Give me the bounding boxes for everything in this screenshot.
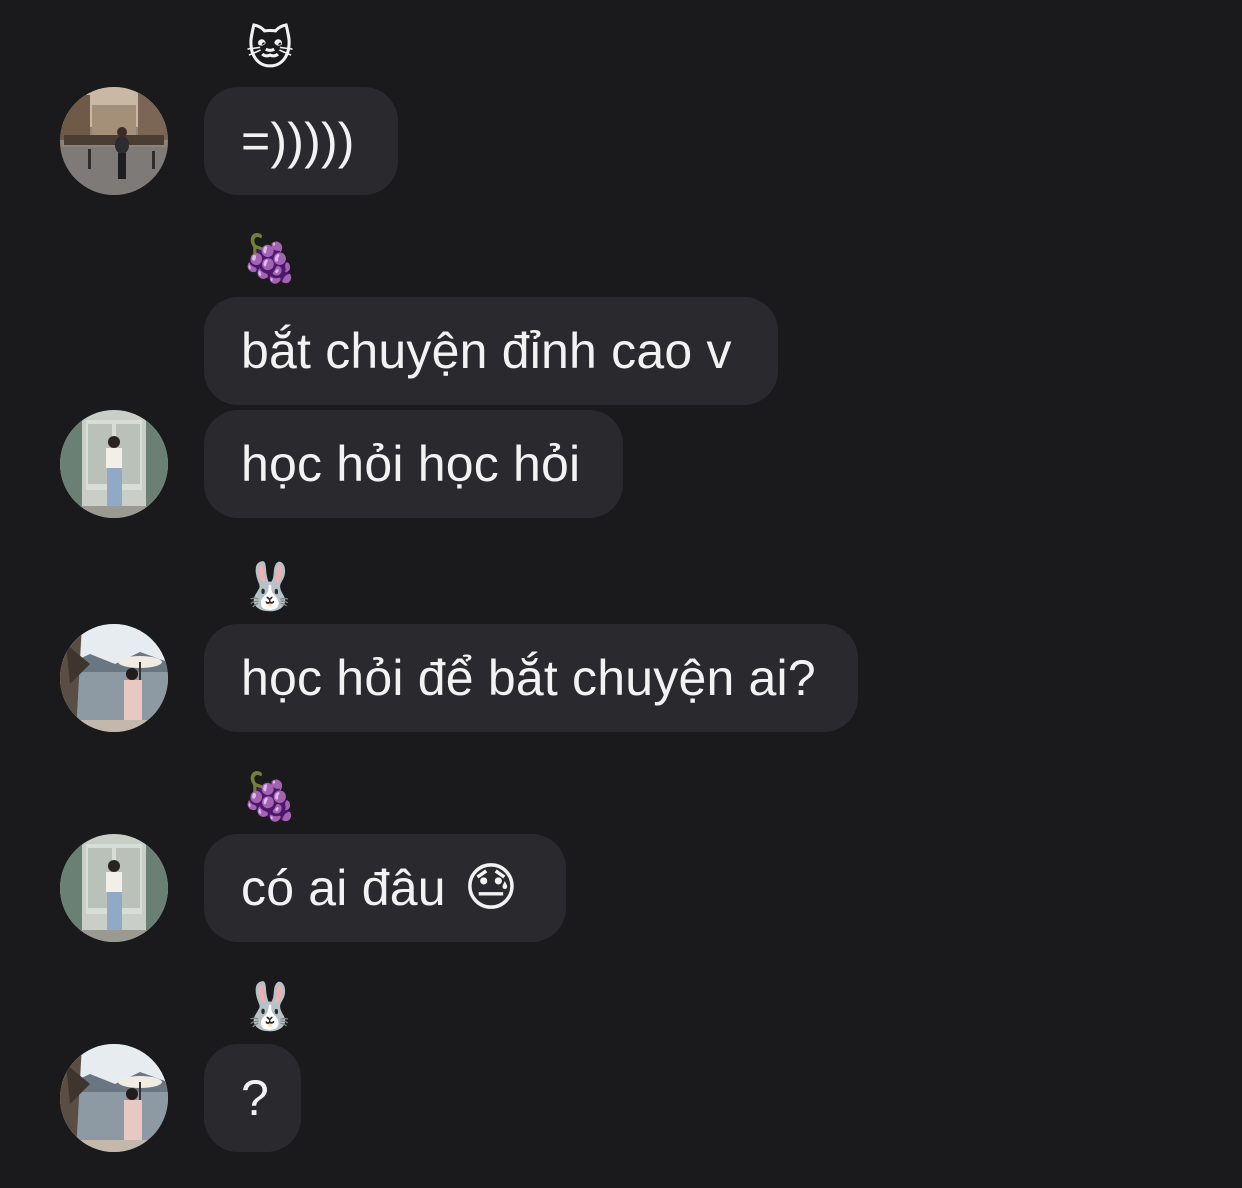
downcast-sweat-face-emoji: 😓: [463, 859, 519, 917]
message-text: =))))): [241, 113, 355, 169]
message-text: bắt chuyện đỉnh cao v: [241, 323, 732, 379]
avatar-photo-lakeside: [60, 624, 168, 732]
message-text: học hỏi để bắt chuyện ai?: [241, 650, 816, 706]
chat-thread: 🐱 =))))) 🍇 bắt chuyện đỉnh cao v học hỏi…: [0, 0, 1242, 1188]
avatar-storefront[interactable]: [60, 410, 168, 518]
message-bubble[interactable]: học hỏi để bắt chuyện ai?: [204, 624, 858, 732]
sender-nickname-cat-emoji: 🐱: [246, 22, 294, 74]
avatar-photo-storefront: [60, 410, 168, 518]
avatar-storefront[interactable]: [60, 834, 168, 942]
message-text: có ai đâu: [241, 860, 446, 916]
avatar-photo-lakeside: [60, 1044, 168, 1152]
avatar-city-street[interactable]: [60, 87, 168, 195]
message-bubble[interactable]: ?: [204, 1044, 301, 1152]
avatar-lakeside[interactable]: [60, 624, 168, 732]
message-bubble[interactable]: bắt chuyện đỉnh cao v: [204, 297, 778, 405]
sender-nickname-rabbit-emoji: 🐰: [241, 560, 299, 612]
message-bubble[interactable]: =))))): [204, 87, 398, 195]
avatar-photo-city: [60, 87, 168, 195]
sender-nickname-grapes-emoji: 🍇: [241, 232, 299, 284]
message-bubble[interactable]: có ai đâu 😓: [204, 834, 566, 942]
message-bubble[interactable]: học hỏi học hỏi: [204, 410, 623, 518]
sender-nickname-rabbit-emoji: 🐰: [241, 980, 299, 1032]
avatar-photo-storefront: [60, 834, 168, 942]
message-text: học hỏi học hỏi: [241, 436, 581, 492]
sender-nickname-grapes-emoji: 🍇: [241, 770, 299, 822]
avatar-lakeside[interactable]: [60, 1044, 168, 1152]
message-text: ?: [241, 1070, 270, 1126]
